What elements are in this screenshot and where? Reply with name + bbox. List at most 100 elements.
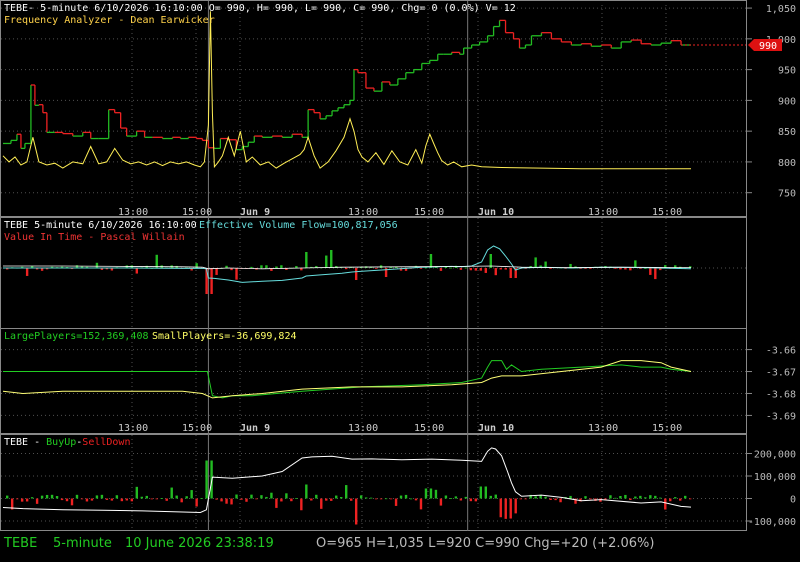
volume-flow-bar <box>235 268 238 280</box>
buyup-selldown-bar <box>414 498 418 501</box>
buyup-selldown-bar <box>20 498 24 502</box>
volume-flow-bar <box>634 260 637 268</box>
volume-flow-bar <box>459 268 463 270</box>
volume-flow-bar <box>624 268 627 270</box>
buyup-selldown-bar <box>489 495 492 499</box>
buyup-selldown-bar <box>614 497 617 499</box>
buyup-selldown-bar <box>160 498 163 499</box>
buyup-tick-label: -100,000 <box>748 517 796 528</box>
buyup-selldown-bar <box>165 498 168 501</box>
time-axis-label: 13:00 <box>588 423 618 434</box>
price-tick-label: 1,050 <box>766 4 796 15</box>
buyup-selldown-bar <box>35 498 39 504</box>
buyup-selldown-bar <box>30 497 34 499</box>
volume-flow-bar <box>504 268 507 270</box>
buyup-selldown-bar <box>285 493 288 499</box>
status-symbol: TEBE <box>4 536 38 551</box>
buyup-selldown-bar <box>75 494 79 499</box>
frequency-analyzer-line <box>2 11 691 170</box>
chart-marks: 7508008509009501,0001,05013:0015:00Jun 9… <box>1 4 796 528</box>
volume-flow-bar <box>654 268 657 280</box>
chart-canvas: 7508008509009501,0001,05013:0015:00Jun 9… <box>0 0 796 531</box>
volume-flow-bar <box>469 268 473 271</box>
time-axis-label: 13:00 <box>118 423 148 434</box>
volume-flow-bar <box>639 268 642 269</box>
buyup-selldown-bar <box>105 498 109 500</box>
buyup-selldown-bar <box>130 498 134 502</box>
buyup-selldown-bar <box>15 498 19 500</box>
effective-volume-flow-line <box>3 245 692 283</box>
volume-flow-bar <box>464 267 468 269</box>
last-price-value: 990 <box>759 41 777 52</box>
buyup-selldown-bar <box>524 498 527 500</box>
price-tick-label: 800 <box>778 158 796 169</box>
buyup-selldown-bar <box>629 498 632 500</box>
buyup-selldown-bar <box>215 498 218 500</box>
buyup-selldown-line <box>2 447 692 514</box>
volume-flow-bar <box>449 267 453 269</box>
buyup-selldown-bar <box>200 498 203 499</box>
buyup-selldown-bar <box>674 497 677 499</box>
players-tick-label: -3.66 <box>766 346 796 357</box>
volume-flow-bar <box>589 268 592 269</box>
price-tick-label: 950 <box>778 66 796 77</box>
volume-flow-panel-header: TEBE 5-minute 6/10/2026 16:10:00 <box>4 220 197 231</box>
buyup-selldown-bar <box>664 498 667 510</box>
buyup-selldown-bar <box>404 494 408 499</box>
volume-flow-bar <box>374 268 378 269</box>
buyup-selldown-bar <box>290 498 293 502</box>
buyup-symbol: TEBE - <box>4 437 46 448</box>
buyup-selldown-bar <box>439 498 443 506</box>
buyup-selldown-bar <box>534 496 537 499</box>
time-axis-label: 15:00 <box>182 207 212 218</box>
buyup-selldown-bar <box>50 494 54 499</box>
value-in-time-label: Value In Time - Pascal Willain <box>4 232 185 243</box>
buyup-selldown-bar <box>589 498 592 500</box>
volume-flow-bar <box>549 268 552 269</box>
time-axis-label: 15:00 <box>652 207 682 218</box>
players-tick-label: -3.68 <box>766 389 796 400</box>
buyup-selldown-bar <box>145 495 148 499</box>
volume-flow-bar <box>494 268 497 276</box>
small-players-line <box>2 360 692 399</box>
buyup-selldown-bar <box>235 494 238 499</box>
buyup-selldown-bar <box>65 498 69 502</box>
players-panel-frame <box>0 328 747 434</box>
volume-flow-bar <box>250 266 253 268</box>
small-players-label: SmallPlayers=-36,699,824 <box>152 331 297 342</box>
buyup-selldown-bar <box>135 486 139 499</box>
time-axis-label: 13:00 <box>348 423 378 434</box>
buyup-selldown-bar <box>305 484 308 499</box>
volume-flow-bar <box>649 268 652 275</box>
volume-flow-bar <box>614 268 617 269</box>
players-tick-label: -3.69 <box>766 411 796 422</box>
buyup-selldown-bar <box>140 496 143 499</box>
buyup-selldown-bar <box>624 494 627 499</box>
buyup-selldown-bar <box>115 495 119 499</box>
buyup-selldown-bar <box>434 489 438 499</box>
buyup-selldown-bar <box>389 498 393 500</box>
buyup-selldown-bar <box>255 498 258 500</box>
status-bar: TEBE 5-minute 10 June 2026 23:38:19 O=96… <box>0 532 800 562</box>
buyup-selldown-bar <box>669 498 672 502</box>
volume-flow-bar <box>509 268 512 278</box>
buyup-selldown-bar <box>359 495 363 499</box>
buyup-selldown-bar <box>325 498 328 501</box>
buyup-selldown-bar <box>569 495 572 499</box>
volume-flow-bar <box>439 268 443 271</box>
buyup-selldown-bar <box>639 495 642 499</box>
time-axis-label: 13:00 <box>348 207 378 218</box>
volume-flow-bar <box>25 268 29 276</box>
buyup-selldown-bar <box>250 494 253 499</box>
volume-flow-bar <box>155 254 158 268</box>
buyup-selldown-bar <box>230 498 233 505</box>
buyup-selldown-bar <box>679 498 682 501</box>
buyup-selldown-bar <box>659 497 662 499</box>
time-axis-label: 15:00 <box>182 423 212 434</box>
volume-flow-bar <box>325 255 328 268</box>
buyup-tick-label: 200,000 <box>754 450 796 461</box>
price-tick-label: 900 <box>778 96 796 107</box>
buyup-selldown-bar <box>260 495 263 499</box>
buyup-selldown-bar <box>514 498 517 514</box>
volume-flow-bar <box>479 268 483 271</box>
